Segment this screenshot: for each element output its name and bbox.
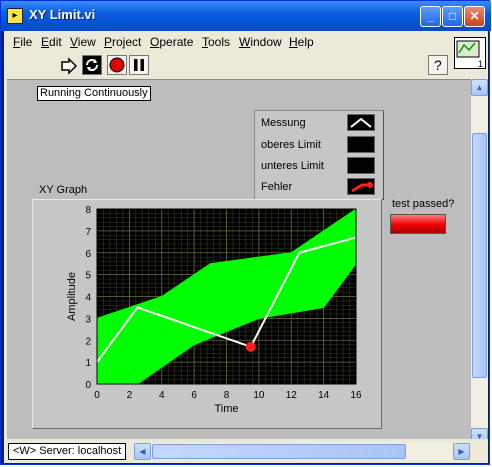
horizontal-scroll-thumb[interactable] bbox=[152, 444, 406, 459]
test-passed-indicator bbox=[390, 214, 446, 234]
x-tick-label: 8 bbox=[224, 390, 230, 401]
legend-label: Fehler bbox=[261, 181, 293, 193]
y-tick-label: 4 bbox=[85, 293, 91, 304]
status-bar: <W> Server: localhost ◀ ▶ bbox=[4, 439, 488, 463]
close-button[interactable]: ✕ bbox=[464, 6, 485, 27]
menu-view[interactable]: View bbox=[70, 35, 96, 49]
running-status-label: Running Continuously bbox=[37, 86, 151, 101]
menu-operate[interactable]: Operate bbox=[150, 35, 193, 49]
menu-window[interactable]: Window bbox=[239, 35, 282, 49]
legend-label: unteres Limit bbox=[261, 160, 324, 172]
maximize-button[interactable]: □ bbox=[442, 6, 463, 27]
y-tick-label: 7 bbox=[85, 227, 91, 238]
run-arrow-icon[interactable] bbox=[58, 55, 78, 75]
x-tick-label: 0 bbox=[94, 390, 100, 401]
menu-bar: File Edit View Project Operate Tools Win… bbox=[4, 31, 454, 53]
scroll-up-button[interactable]: ▲ bbox=[471, 79, 488, 96]
vertical-scrollbar[interactable]: ▲ ▼ bbox=[471, 79, 488, 445]
menu-file[interactable]: File bbox=[13, 35, 32, 49]
legend-label: Messung bbox=[261, 117, 306, 129]
white-line-swatch-icon bbox=[347, 114, 375, 131]
menu-tools[interactable]: Tools bbox=[202, 35, 230, 49]
red-point-swatch-icon bbox=[347, 178, 375, 195]
legend-item-messung[interactable]: Messung bbox=[261, 113, 379, 133]
vertical-scroll-thumb[interactable] bbox=[472, 133, 487, 378]
minimize-button[interactable]: _ bbox=[420, 6, 441, 27]
legend-label: oberes Limit bbox=[261, 139, 321, 151]
run-continuously-icon[interactable] bbox=[82, 55, 102, 75]
y-tick-label: 3 bbox=[85, 314, 91, 325]
scroll-right-button[interactable]: ▶ bbox=[453, 443, 470, 460]
horizontal-scrollbar[interactable]: ◀ ▶ bbox=[134, 443, 470, 460]
scroll-left-button[interactable]: ◀ bbox=[134, 443, 151, 460]
y-tick-label: 2 bbox=[85, 336, 91, 347]
menu-project[interactable]: Project bbox=[104, 35, 141, 49]
x-tick-label: 14 bbox=[318, 390, 330, 401]
title-bar[interactable]: ▸ XY Limit.vi _ □ ✕ bbox=[1, 1, 491, 31]
xy-graph[interactable]: 0 2 4 6 8 10 12 14 16 0 1 2 3 4 5 6 7 8 Time Amplitude bbox=[32, 199, 382, 429]
application-window: ▸ XY Limit.vi _ □ ✕ File Edit View Proje… bbox=[0, 0, 491, 465]
graph-label: XY Graph bbox=[39, 184, 88, 196]
labview-vi-icon: ▸ bbox=[7, 8, 23, 24]
toolbar: ? bbox=[4, 53, 454, 79]
x-axis-label: Time bbox=[214, 403, 238, 415]
y-tick-label: 1 bbox=[85, 358, 91, 369]
abort-icon[interactable] bbox=[107, 55, 127, 75]
black-swatch-icon bbox=[347, 136, 375, 153]
legend-item-oberes-limit[interactable]: oberes Limit bbox=[261, 135, 379, 155]
window-title: XY Limit.vi bbox=[29, 7, 96, 22]
xy-graph-svg: 0 2 4 6 8 10 12 14 16012345678TimeAmplitude bbox=[66, 205, 362, 415]
black-swatch-icon bbox=[347, 157, 375, 174]
x-tick-label: 4 bbox=[159, 390, 165, 401]
server-status: <W> Server: localhost bbox=[8, 443, 127, 460]
menu-edit[interactable]: Edit bbox=[41, 35, 62, 49]
error-point-fehler bbox=[245, 341, 256, 352]
x-tick-label: 16 bbox=[350, 390, 362, 401]
vi-icon-number: 1 bbox=[478, 59, 483, 68]
svg-text:?: ? bbox=[434, 57, 442, 73]
window-client: File Edit View Project Operate Tools Win… bbox=[4, 31, 488, 463]
y-tick-label: 5 bbox=[85, 271, 91, 282]
y-tick-label: 8 bbox=[85, 205, 91, 216]
menu-help[interactable]: Help bbox=[289, 35, 314, 49]
pause-icon[interactable] bbox=[129, 55, 149, 75]
x-tick-label: 2 bbox=[127, 390, 133, 401]
x-tick-label: 12 bbox=[286, 390, 298, 401]
y-tick-label: 0 bbox=[85, 380, 91, 391]
legend-item-fehler[interactable]: Fehler bbox=[261, 177, 379, 197]
front-panel: Running Continuously Messung oberes Limi… bbox=[7, 79, 471, 440]
legend-item-unteres-limit[interactable]: unteres Limit bbox=[261, 156, 379, 176]
x-tick-label: 6 bbox=[191, 390, 197, 401]
x-tick-label: 10 bbox=[253, 390, 265, 401]
y-axis-label: Amplitude bbox=[66, 272, 78, 321]
y-tick-label: 6 bbox=[85, 249, 91, 260]
context-help-icon[interactable]: ? bbox=[428, 55, 448, 75]
vi-icon[interactable]: 1 bbox=[454, 37, 486, 69]
plot-legend[interactable]: Messung oberes Limit unteres Limit Fehle… bbox=[254, 110, 384, 200]
indicator-label: test passed? bbox=[392, 198, 455, 210]
